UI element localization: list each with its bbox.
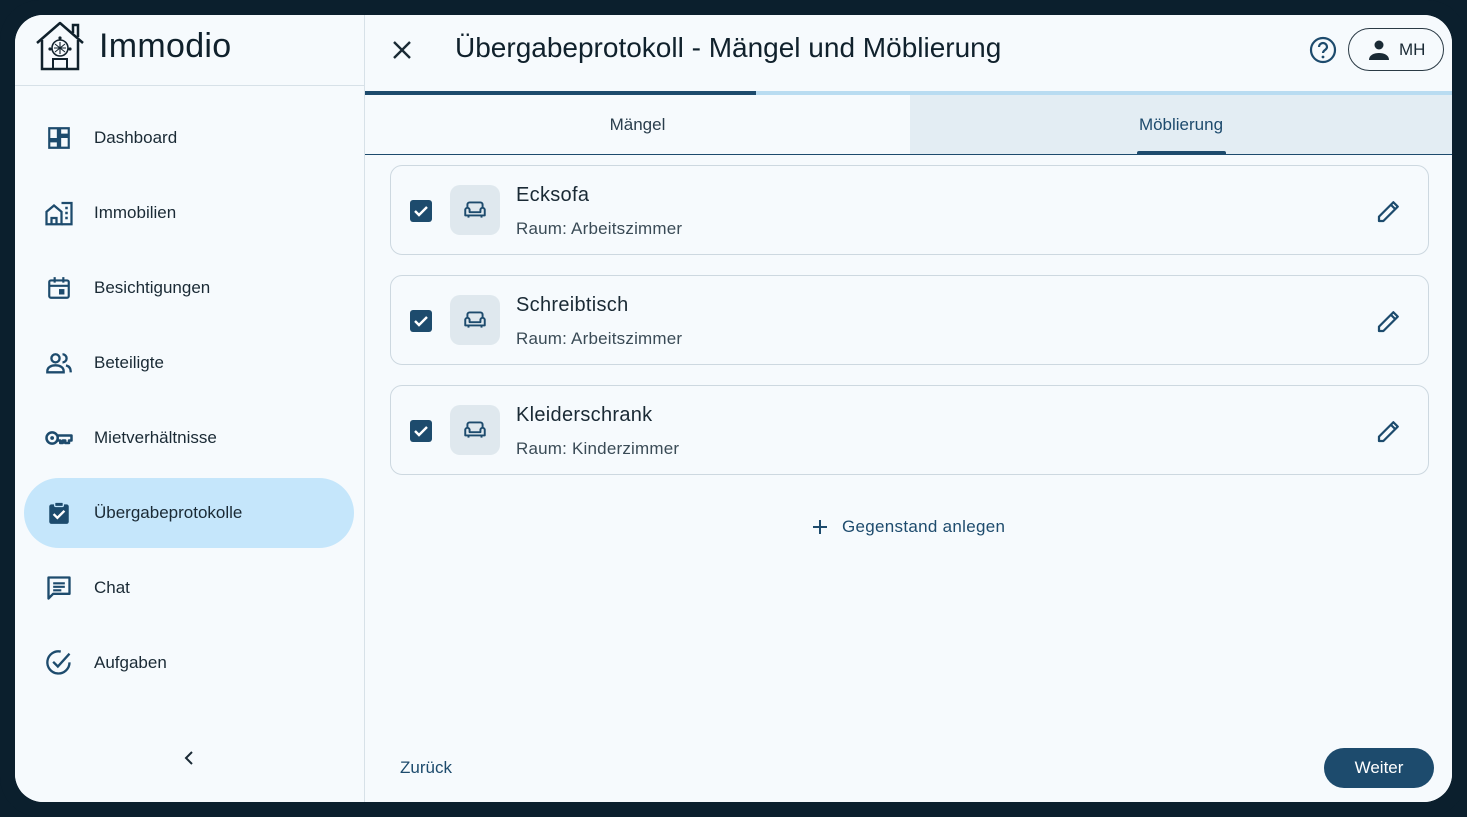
sidebar-item-label: Immobilien [94,203,177,222]
active-tab-indicator [1137,151,1226,154]
sidebar-item-label: Aufgaben [94,653,167,672]
next-button-label: Weiter [1354,758,1404,777]
sidebar-item-label: Übergabeprotokolle [94,503,243,522]
checkmark-icon [414,316,428,327]
checkmark-icon [414,206,428,217]
sidebar-item-dashboard[interactable]: Dashboard [24,103,354,173]
buildings-icon [44,198,74,228]
user-menu-button[interactable]: MH [1348,28,1444,71]
sidebar-item-mietverhaeltnisse[interactable]: Mietverhältnisse [24,403,354,473]
edit-pencil-icon[interactable] [1374,306,1404,336]
item-room: Raum: Kinderzimmer [516,439,680,458]
sidebar-item-label: Mietverhältnisse [94,428,217,447]
edit-pencil-icon[interactable] [1374,196,1404,226]
sidebar-item-besichtigungen[interactable]: Besichtigungen [24,253,354,323]
item-checkbox[interactable] [410,310,432,332]
sidebar-item-label: Chat [94,578,130,597]
item-checkbox[interactable] [410,420,432,442]
chat-icon [44,573,74,603]
task-check-icon [44,648,74,678]
page-title: Übergabeprotokoll - Mängel und Möblierun… [455,32,1002,63]
edit-pencil-icon[interactable] [1374,416,1404,446]
armchair-icon [450,185,500,235]
top-bar: Übergabeprotokoll - Mängel und Möblierun… [365,15,1452,91]
list-item[interactable]: Schreibtisch Raum: Arbeitszimmer [390,275,1429,365]
item-room: Raum: Arbeitszimmer [516,329,683,348]
next-button[interactable]: Weiter [1324,748,1434,788]
add-item-button[interactable]: Gegenstand anlegen [810,512,1005,542]
tab-label: Möblierung [1138,114,1224,134]
people-icon [44,348,74,378]
sidebar: Immodio Dashboard Immobilien Besichtigun… [15,15,365,802]
list-item[interactable]: Kleiderschrank Raum: Kinderzimmer [390,385,1429,475]
tab-label: Mängel [609,114,666,134]
device-frame: Immodio Dashboard Immobilien Besichtigun… [0,0,1467,817]
chevron-left-icon [184,751,193,765]
sidebar-item-label: Besichtigungen [94,278,211,297]
checkmark-icon [414,426,428,437]
item-title: Ecksofa [516,184,590,206]
house-circuit-logo-icon [36,21,84,71]
dashboard-icon [44,123,74,153]
sidebar-item-label: Dashboard [94,128,178,147]
plus-icon [813,520,827,534]
list-item[interactable]: Ecksofa Raum: Arbeitszimmer [390,165,1429,255]
person-icon [1369,40,1389,60]
sidebar-item-beteiligte[interactable]: Beteiligte [24,328,354,398]
key-icon [44,423,74,453]
sidebar-collapse-button[interactable] [175,743,205,773]
user-initials: MH [1399,40,1426,59]
brand: Immodio [15,15,365,86]
item-title: Kleiderschrank [516,404,653,426]
app-screen: Immodio Dashboard Immobilien Besichtigun… [15,15,1452,802]
item-title: Schreibtisch [516,294,629,316]
item-checkbox[interactable] [410,200,432,222]
main-content: Übergabeprotokoll - Mängel und Möblierun… [365,15,1452,802]
armchair-icon [450,295,500,345]
close-icon [393,41,411,59]
tab-maengel[interactable]: Mängel [365,95,910,154]
item-room: Raum: Arbeitszimmer [516,219,683,238]
armchair-icon [450,405,500,455]
clipboard-check-icon [44,498,74,528]
app-name: Immodio [99,27,232,65]
sidebar-item-uebergabeprotokolle[interactable]: Übergabeprotokolle [24,478,354,548]
sidebar-item-label: Beteiligte [94,353,164,372]
back-button[interactable]: Zurück [400,758,452,778]
close-button[interactable] [387,35,417,65]
sidebar-item-chat[interactable]: Chat [24,553,354,623]
add-item-label: Gegenstand anlegen [842,517,1006,536]
calendar-icon [44,273,74,303]
tab-moeblierung[interactable]: Möblierung [910,95,1452,154]
tab-bar: Mängel Möblierung [365,95,1452,155]
help-icon[interactable] [1308,35,1338,65]
sidebar-item-aufgaben[interactable]: Aufgaben [24,628,354,698]
sidebar-item-immobilien[interactable]: Immobilien [24,178,354,248]
